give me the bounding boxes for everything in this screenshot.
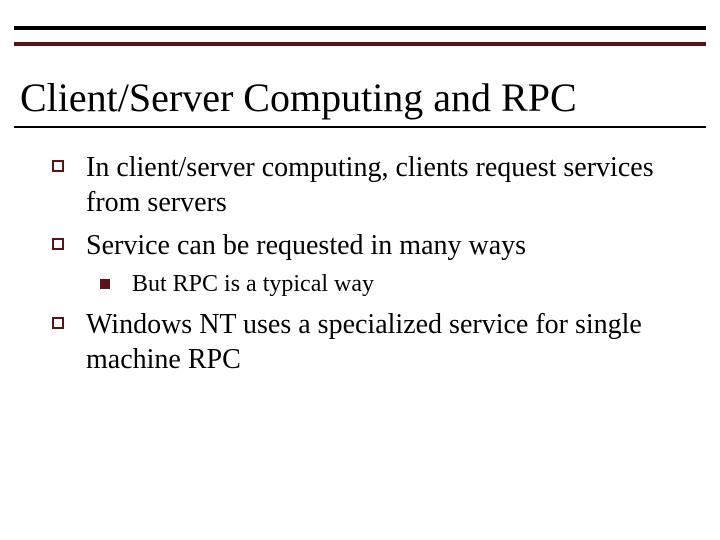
- slide: Client/Server Computing and RPC In clien…: [0, 0, 720, 540]
- title-underline: [14, 126, 706, 128]
- bullet-text: Service can be requested in many ways: [86, 230, 526, 261]
- slide-body: In client/server computing, clients requ…: [40, 150, 680, 385]
- sub-bullet-item: But RPC is a typical way: [86, 269, 680, 299]
- top-rule-decoration: [14, 26, 706, 46]
- bullet-item: Windows NT uses a specialized service fo…: [40, 307, 680, 377]
- bullet-list: In client/server computing, clients requ…: [40, 150, 680, 377]
- bullet-text: Windows NT uses a specialized service fo…: [86, 309, 642, 375]
- slide-title: Client/Server Computing and RPC: [20, 76, 700, 120]
- bullet-text: In client/server computing, clients requ…: [86, 152, 654, 218]
- sub-bullet-text: But RPC is a typical way: [132, 271, 374, 297]
- sub-bullet-list: But RPC is a typical way: [86, 269, 680, 299]
- bullet-item: Service can be requested in many ways Bu…: [40, 228, 680, 299]
- bullet-item: In client/server computing, clients requ…: [40, 150, 680, 220]
